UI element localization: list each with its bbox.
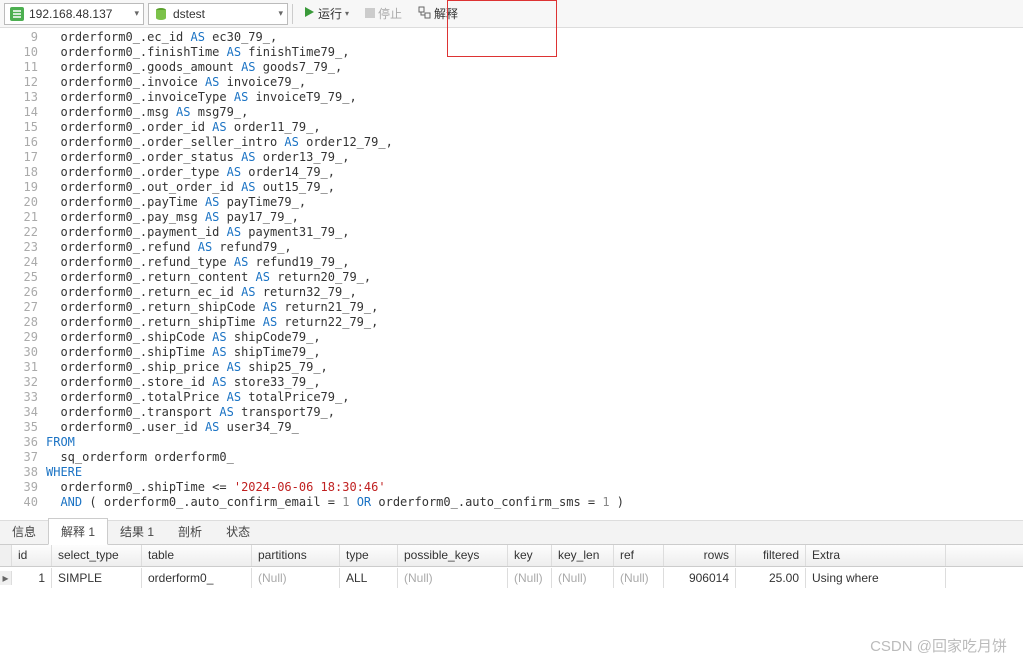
run-label: 运行 [318,5,342,22]
play-icon [303,6,315,21]
col-rows[interactable]: rows [664,545,736,566]
col-filtered[interactable]: filtered [736,545,806,566]
database-icon [153,6,169,22]
run-button[interactable]: 运行 ▾ [297,3,355,25]
grid-header: id select_type table partitions type pos… [0,545,1023,567]
explain-button[interactable]: 解释 [412,3,464,25]
chevron-down-icon: ▾ [278,8,283,19]
database-combo[interactable]: dstest ▾ [148,3,288,25]
line-gutter: 9101112131415161718192021222324252627282… [0,28,46,520]
tab-3[interactable]: 剖析 [166,519,214,544]
toolbar: 192.168.48.137 ▾ dstest ▾ 运行 ▾ 停止 解释 [0,0,1023,28]
tab-1[interactable]: 解释 1 [48,518,108,545]
col-type[interactable]: type [340,545,398,566]
server-text: 192.168.48.137 [29,7,130,21]
table-row[interactable]: ▸ 1 SIMPLE orderform0_ (Null) ALL (Null)… [0,567,1023,589]
col-partitions[interactable]: partitions [252,545,340,566]
code-area[interactable]: orderform0_.ec_id AS ec30_79_, orderform… [46,28,1023,520]
tab-4[interactable]: 状态 [214,519,262,544]
server-combo[interactable]: 192.168.48.137 ▾ [4,3,144,25]
sql-editor[interactable]: 9101112131415161718192021222324252627282… [0,28,1023,520]
col-table[interactable]: table [142,545,252,566]
explain-label: 解释 [434,5,458,22]
chevron-down-icon: ▾ [345,9,349,18]
col-select-type[interactable]: select_type [52,545,142,566]
col-ref[interactable]: ref [614,545,664,566]
stop-icon [365,7,375,21]
col-key[interactable]: key [508,545,552,566]
watermark: CSDN @回家吃月饼 [870,635,1007,656]
stop-button[interactable]: 停止 [359,3,408,25]
col-extra[interactable]: Extra [806,545,946,566]
tab-2[interactable]: 结果 1 [108,519,166,544]
row-indicator-icon: ▸ [0,571,12,585]
db-text: dstest [173,7,274,21]
result-grid: id select_type table partitions type pos… [0,544,1023,589]
col-key-len[interactable]: key_len [552,545,614,566]
result-tabs: 信息解释 1结果 1剖析状态 [0,520,1023,544]
server-icon [9,6,25,22]
stop-label: 停止 [378,5,402,22]
explain-icon [418,6,431,22]
col-id[interactable]: id [12,545,52,566]
col-possible-keys[interactable]: possible_keys [398,545,508,566]
chevron-down-icon: ▾ [134,8,139,19]
tab-0[interactable]: 信息 [0,519,48,544]
